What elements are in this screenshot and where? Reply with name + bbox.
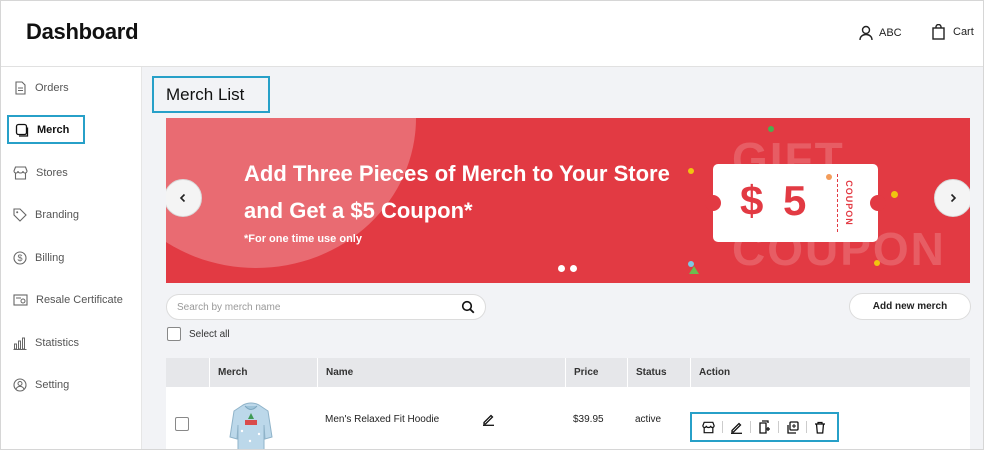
select-all-checkbox[interactable]	[167, 327, 181, 341]
select-all-label: Select all	[189, 328, 230, 340]
merch-thumbnail[interactable]	[228, 401, 274, 449]
chevron-right-icon	[950, 193, 957, 203]
sidebar: Orders Merch Stores Branding $ Billing R…	[1, 67, 142, 449]
certificate-icon	[13, 293, 28, 306]
chevron-left-icon	[179, 193, 186, 203]
confetti-dot	[688, 168, 694, 174]
confetti-dot	[826, 174, 832, 180]
user-menu[interactable]: ABC	[859, 25, 902, 41]
search-icon[interactable]	[461, 300, 475, 314]
add-new-merch-button[interactable]: Add new merch	[849, 293, 971, 320]
app-window: Dashboard ABC Cart Orders Merch Stores B…	[0, 0, 984, 450]
sidebar-item-statistics[interactable]: Statistics	[7, 328, 127, 357]
app-logo[interactable]: Dashboard	[26, 19, 139, 45]
confetti-dot	[768, 126, 774, 132]
coupon-ticket: $ 5 COUPON	[705, 164, 886, 242]
sidebar-item-setting[interactable]: Setting	[7, 370, 127, 399]
view-in-store-button[interactable]	[701, 419, 717, 435]
table-header: Merch Name Price Status Action	[166, 358, 970, 387]
merch-name: Men's Relaxed Fit Hoodie	[325, 413, 440, 425]
svg-text:$: $	[17, 253, 22, 263]
sidebar-item-label: Orders	[35, 81, 69, 94]
banner-note: *For one time use only	[244, 233, 362, 245]
banner-next-button[interactable]	[934, 179, 970, 217]
sidebar-item-label: Billing	[35, 251, 65, 264]
promo-banner[interactable]: GIFT COUPON Add Three Pieces of Merch to…	[166, 118, 970, 283]
action-separator	[750, 421, 752, 433]
sidebar-item-label: Setting	[35, 378, 70, 391]
sidebar-item-label: Stores	[36, 166, 68, 179]
sidebar-item-label: Branding	[35, 208, 80, 221]
store-icon	[702, 421, 715, 433]
search-input[interactable]	[177, 299, 447, 315]
sidebar-item-label: Merch	[37, 123, 70, 136]
confetti-dot	[874, 260, 880, 266]
sidebar-item-orders[interactable]: Orders	[7, 73, 127, 102]
column-header-name: Name	[317, 358, 565, 387]
row-checkbox-cell	[175, 387, 189, 449]
merch-icon	[15, 123, 29, 137]
merch-status: active	[635, 413, 662, 425]
store-icon	[13, 165, 28, 180]
column-header-action: Action	[690, 358, 970, 387]
user-setting-icon	[13, 377, 27, 392]
coupon-label: COUPON	[844, 180, 854, 226]
sidebar-item-merch[interactable]: Merch	[7, 115, 85, 144]
sidebar-item-resale-certificate[interactable]: Resale Certificate	[7, 285, 135, 314]
sidebar-item-stores[interactable]: Stores	[7, 158, 127, 187]
table-row[interactable]: Men's Relaxed Fit Hoodie $39.95 active	[166, 387, 970, 449]
carousel-dot[interactable]	[570, 265, 577, 272]
sidebar-item-billing[interactable]: $ Billing	[7, 243, 127, 272]
edit-merch-button[interactable]	[729, 419, 745, 435]
top-header: Dashboard ABC Cart	[1, 1, 983, 67]
edit-icon	[731, 422, 743, 434]
row-actions	[690, 412, 839, 442]
user-label: ABC	[879, 27, 902, 39]
column-header-status: Status	[627, 358, 690, 387]
hoodie-image	[229, 402, 273, 449]
edit-name-button[interactable]	[482, 387, 495, 449]
column-header-price: Price	[565, 358, 627, 387]
delete-icon	[815, 421, 826, 434]
page-title-text: Merch List	[166, 84, 245, 104]
banner-headline: Add Three Pieces of Merch to Your Store …	[244, 161, 670, 223]
delete-merch-button[interactable]	[812, 419, 828, 435]
merch-price: $39.95	[573, 413, 604, 425]
action-separator	[777, 421, 779, 433]
user-icon	[859, 25, 873, 41]
chart-icon	[13, 337, 27, 350]
search-box[interactable]	[166, 294, 486, 320]
dollar-icon: $	[13, 250, 27, 265]
tag-icon	[13, 207, 27, 222]
row-checkbox[interactable]	[175, 417, 189, 431]
duplicate-icon	[759, 420, 770, 434]
page-title: Merch List	[152, 76, 270, 113]
pencil-icon	[483, 414, 494, 426]
cart-icon	[932, 24, 945, 40]
coupon-amount: $ 5	[740, 177, 811, 224]
select-all-control[interactable]: Select all	[167, 327, 230, 341]
confetti-dot	[891, 191, 898, 198]
duplicate-merch-button[interactable]	[756, 419, 772, 435]
column-header-merch: Merch	[209, 358, 317, 387]
sidebar-item-label: Resale Certificate	[36, 293, 123, 306]
sidebar-item-branding[interactable]: Branding	[7, 200, 127, 229]
cart-label: Cart	[953, 26, 974, 38]
action-separator	[722, 421, 724, 433]
document-icon	[15, 80, 26, 95]
coupon-notch	[705, 195, 721, 211]
coupon-notch	[870, 195, 886, 211]
sidebar-item-label: Statistics	[35, 336, 80, 349]
action-separator	[805, 421, 807, 433]
copy-icon	[787, 420, 799, 434]
carousel-dot[interactable]	[558, 265, 565, 272]
confetti-triangle	[689, 266, 699, 274]
cart-button[interactable]: Cart	[932, 24, 974, 40]
coupon-divider	[837, 174, 838, 232]
copy-merch-button[interactable]	[784, 419, 800, 435]
